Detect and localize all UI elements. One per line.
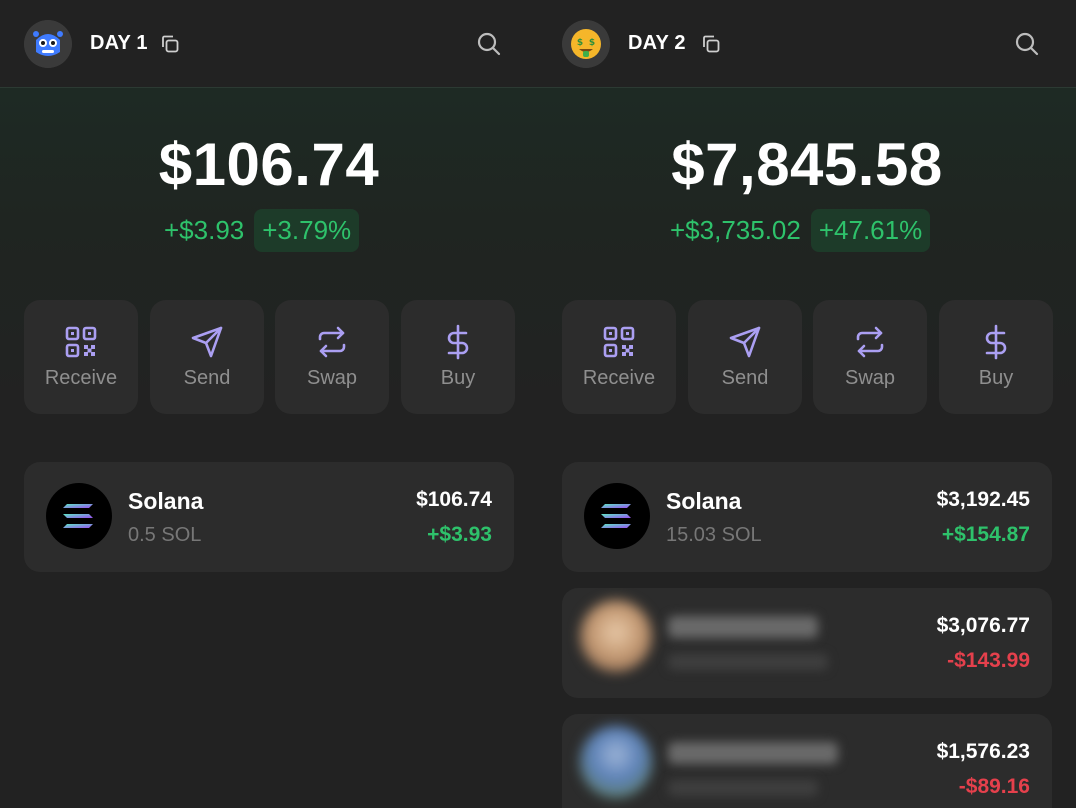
svg-text:$: $ xyxy=(577,38,583,48)
receive-label: Receive xyxy=(582,367,656,389)
token-amount-blurred xyxy=(668,654,828,670)
wallet-panel-day-2: $ $ DAY 2 $7,845.58 +$3,735.02 +47.61% R… xyxy=(538,0,1076,808)
token-logo-blurred xyxy=(580,726,652,798)
receive-label: Receive xyxy=(44,367,118,389)
token-row-blurred[interactable]: $3,076.77 -$143.99 xyxy=(562,588,1052,698)
action-buttons: Receive Send Swap Buy xyxy=(24,300,515,414)
total-balance: $106.74 xyxy=(158,131,380,198)
buy-label: Buy xyxy=(440,367,476,389)
buy-button[interactable]: Buy xyxy=(939,300,1053,414)
send-label: Send xyxy=(721,367,769,389)
token-change: -$143.99 xyxy=(947,649,1030,672)
account-avatar[interactable]: $ $ xyxy=(562,20,610,68)
balance-change: +$3.93 +3.79% xyxy=(164,209,360,252)
change-amount: +$3.93 xyxy=(164,215,245,245)
token-name-blurred xyxy=(668,742,838,764)
search-icon[interactable] xyxy=(1014,31,1040,57)
token-row-solana[interactable]: Solana 15.03 SOL $3,192.45 +$154.87 xyxy=(562,462,1052,572)
change-percent-badge: +3.79% xyxy=(254,209,360,252)
token-name: Solana xyxy=(666,488,742,514)
qr-code-icon xyxy=(603,326,635,358)
token-value: $3,076.77 xyxy=(936,614,1030,637)
send-button[interactable]: Send xyxy=(150,300,264,414)
token-value: $1,576.23 xyxy=(936,740,1030,763)
swap-label: Swap xyxy=(844,367,896,389)
copy-icon[interactable] xyxy=(701,34,721,54)
swap-icon xyxy=(318,326,346,358)
token-value: $3,192.45 xyxy=(936,488,1030,511)
action-buttons: Receive Send Swap Buy xyxy=(562,300,1053,414)
buy-button[interactable]: Buy xyxy=(401,300,515,414)
balance-change: +$3,735.02 +47.61% xyxy=(670,209,931,252)
token-change: -$89.16 xyxy=(958,775,1030,798)
swap-button[interactable]: Swap xyxy=(275,300,389,414)
swap-label: Swap xyxy=(306,367,358,389)
token-logo-blurred xyxy=(580,600,652,672)
token-name-blurred xyxy=(668,616,818,638)
account-avatar[interactable] xyxy=(24,20,72,68)
swap-icon xyxy=(856,326,884,358)
token-amount: 15.03 SOL xyxy=(666,524,762,546)
wallet-name[interactable]: DAY 2 xyxy=(628,32,686,55)
send-icon xyxy=(191,326,223,358)
qr-code-icon xyxy=(65,326,97,358)
solana-logo-icon xyxy=(46,483,112,549)
wallet-comparison: DAY 1 $106.74 +$3.93 +3.79% Receive Send… xyxy=(0,0,1076,808)
swap-button[interactable]: Swap xyxy=(813,300,927,414)
receive-button[interactable]: Receive xyxy=(24,300,138,414)
change-percent-badge: +47.61% xyxy=(810,209,931,252)
receive-button[interactable]: Receive xyxy=(562,300,676,414)
wallet-header: DAY 1 xyxy=(0,0,538,88)
token-value: $106.74 xyxy=(416,488,492,511)
wallet-header: $ $ DAY 2 xyxy=(538,0,1076,88)
solana-logo-icon xyxy=(584,483,650,549)
total-balance: $7,845.58 xyxy=(671,131,943,198)
token-amount-blurred xyxy=(668,780,818,796)
wallet-panel-day-1: DAY 1 $106.74 +$3.93 +3.79% Receive Send… xyxy=(0,0,538,808)
send-icon xyxy=(729,326,761,358)
token-row-solana[interactable]: Solana 0.5 SOL $106.74 +$3.93 xyxy=(24,462,514,572)
buy-label: Buy xyxy=(978,367,1014,389)
send-button[interactable]: Send xyxy=(688,300,802,414)
send-label: Send xyxy=(183,367,231,389)
copy-icon[interactable] xyxy=(160,34,180,54)
token-change: +$154.87 xyxy=(941,523,1030,546)
dollar-icon xyxy=(985,324,1007,360)
token-name: Solana xyxy=(128,488,204,514)
dollar-icon xyxy=(447,324,469,360)
token-amount: 0.5 SOL xyxy=(128,524,202,546)
search-icon[interactable] xyxy=(476,31,502,57)
token-row-blurred[interactable]: $1,576.23 -$89.16 xyxy=(562,714,1052,808)
svg-text:$: $ xyxy=(589,38,595,48)
token-change: +$3.93 xyxy=(427,523,492,546)
wallet-name[interactable]: DAY 1 xyxy=(90,32,148,55)
change-amount: +$3,735.02 xyxy=(670,215,801,245)
